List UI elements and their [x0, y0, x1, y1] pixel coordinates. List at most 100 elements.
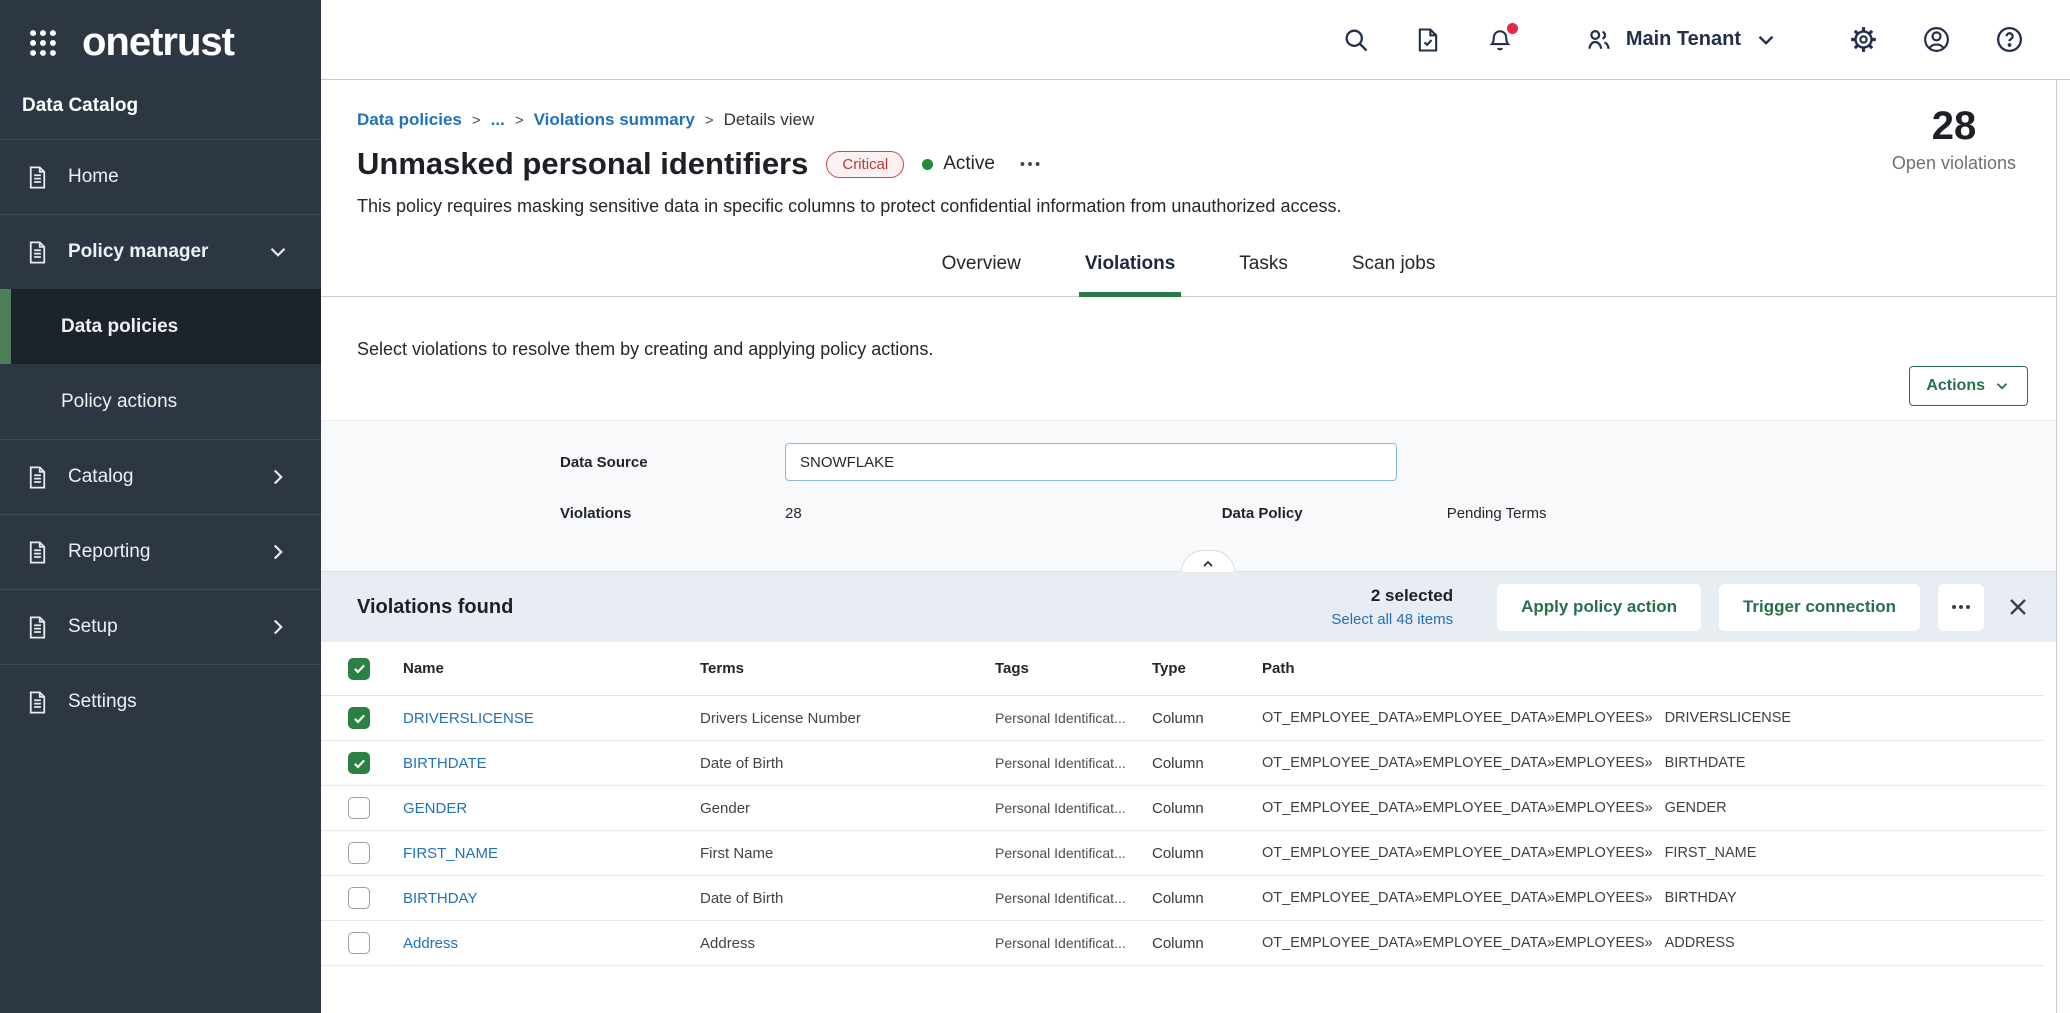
actions-button-label: Actions: [1926, 377, 1985, 395]
violation-name-link[interactable]: DRIVERSLICENSE: [403, 710, 700, 727]
table-row: Address Address Personal Identificat... …: [321, 921, 2044, 966]
sidebar-item-settings[interactable]: Settings: [0, 664, 321, 739]
tab-overview[interactable]: Overview: [936, 253, 1027, 297]
trigger-connection-button[interactable]: Trigger connection: [1719, 584, 1920, 631]
more-actions-button[interactable]: [1938, 584, 1984, 631]
violation-name-link[interactable]: FIRST_NAME: [403, 845, 700, 862]
more-options-icon[interactable]: [1017, 151, 1043, 177]
tenant-selector[interactable]: Main Tenant: [1584, 25, 1779, 55]
tab-scan-jobs[interactable]: Scan jobs: [1346, 253, 1441, 297]
violation-terms: Gender: [700, 800, 995, 817]
page-content: 28 Open violations Data policies > ... >…: [321, 80, 2056, 1013]
vertical-scrollbar[interactable]: [2056, 80, 2070, 1013]
brand-logo[interactable]: onetrust: [0, 0, 321, 65]
apply-policy-action-button[interactable]: Apply policy action: [1497, 584, 1701, 631]
close-icon[interactable]: [2004, 593, 2032, 621]
violations-label: Violations: [560, 505, 785, 522]
sidebar-item-setup[interactable]: Setup: [0, 589, 321, 664]
data-policy-value: Pending Terms: [1447, 505, 1547, 522]
tasks-document-icon[interactable]: [1414, 26, 1442, 54]
sidebar-item-label: Reporting: [68, 541, 150, 563]
settings-gear-icon[interactable]: [1849, 25, 1878, 54]
sidebar-item-policy-actions[interactable]: Policy actions: [0, 364, 321, 439]
column-header-path[interactable]: Path: [1262, 660, 2044, 677]
violation-path: OT_EMPLOYEE_DATA»EMPLOYEE_DATA»EMPLOYEES…: [1262, 935, 2044, 951]
account-icon[interactable]: [1922, 25, 1951, 54]
data-source-row: Data Source: [560, 443, 2056, 481]
violation-name-link[interactable]: GENDER: [403, 800, 700, 817]
chevron-right-icon: [265, 539, 291, 565]
open-violations-count: 28: [1892, 104, 2016, 149]
row-checkbox[interactable]: [348, 797, 370, 819]
active-status-dot: [922, 159, 933, 170]
table-row: GENDER Gender Personal Identificat... Co…: [321, 786, 2044, 831]
violation-terms: Date of Birth: [700, 755, 995, 772]
selection-info: 2 selected Select all 48 items: [1331, 586, 1453, 628]
table-row: BIRTHDATE Date of Birth Personal Identif…: [321, 741, 2044, 786]
sidebar-item-home[interactable]: Home: [0, 139, 321, 214]
sidebar-item-label: Home: [68, 166, 119, 188]
sidebar-item-policy-manager[interactable]: Policy manager: [0, 214, 321, 289]
violation-name-link[interactable]: BIRTHDAY: [403, 890, 700, 907]
breadcrumb-ellipsis[interactable]: ...: [491, 110, 505, 130]
notifications-bell-icon[interactable]: [1486, 26, 1514, 54]
chevron-right-icon: [265, 614, 291, 640]
data-source-input[interactable]: [785, 443, 1397, 481]
sidebar-item-label: Settings: [68, 691, 137, 713]
tab-bar: Overview Violations Tasks Scan jobs: [321, 253, 2056, 297]
row-checkbox[interactable]: [348, 842, 370, 864]
breadcrumb-data-policies[interactable]: Data policies: [357, 110, 462, 130]
sidebar-item-reporting[interactable]: Reporting: [0, 514, 321, 589]
summary-row: Violations 28 Data Policy Pending Terms: [560, 505, 2056, 522]
select-all-link[interactable]: Select all 48 items: [1331, 611, 1453, 628]
breadcrumb: Data policies > ... > Violations summary…: [357, 110, 2056, 130]
row-checkbox[interactable]: [348, 932, 370, 954]
selection-bar: Violations found 2 selected Select all 4…: [321, 572, 2056, 642]
row-checkbox[interactable]: [348, 752, 370, 774]
violations-instruction: Select violations to resolve them by cre…: [357, 339, 2056, 360]
breadcrumb-separator: >: [472, 112, 481, 129]
breadcrumb-separator: >: [705, 112, 714, 129]
violation-type: Column: [1152, 935, 1262, 952]
violation-name-link[interactable]: BIRTHDATE: [403, 755, 700, 772]
main-area: Main Tenant: [321, 0, 2070, 1013]
select-all-checkbox[interactable]: [348, 658, 370, 680]
document-icon: [24, 614, 51, 641]
violation-terms: Drivers License Number: [700, 710, 995, 727]
violation-type: Column: [1152, 710, 1262, 727]
row-checkbox[interactable]: [348, 707, 370, 729]
breadcrumb-current: Details view: [724, 110, 815, 130]
chevron-down-icon: [1993, 377, 2011, 395]
severity-badge: Critical: [826, 151, 904, 178]
table-row: FIRST_NAME First Name Personal Identific…: [321, 831, 2044, 876]
violation-tags: Personal Identificat...: [995, 800, 1152, 816]
actions-button[interactable]: Actions: [1909, 366, 2028, 406]
search-icon[interactable]: [1342, 26, 1370, 54]
data-source-label: Data Source: [560, 454, 785, 471]
help-icon[interactable]: [1995, 25, 2024, 54]
violation-path: OT_EMPLOYEE_DATA»EMPLOYEE_DATA»EMPLOYEES…: [1262, 800, 2044, 816]
column-header-terms[interactable]: Terms: [700, 660, 995, 677]
sidebar-item-label: Catalog: [68, 466, 134, 488]
sidebar-item-data-policies[interactable]: Data policies: [0, 289, 321, 364]
breadcrumb-violations-summary[interactable]: Violations summary: [534, 110, 695, 130]
tab-violations[interactable]: Violations: [1079, 253, 1181, 297]
violations-table: Name Terms Tags Type Path DRIVERSLICENSE…: [321, 642, 2044, 966]
sidebar: onetrust Data Catalog Home Policy manage…: [0, 0, 321, 1013]
chevron-down-icon: [1753, 27, 1779, 53]
column-header-tags[interactable]: Tags: [995, 660, 1152, 677]
column-header-name[interactable]: Name: [403, 660, 700, 677]
violation-type: Column: [1152, 845, 1262, 862]
violation-name-link[interactable]: Address: [403, 935, 700, 952]
sidebar-item-catalog[interactable]: Catalog: [0, 439, 321, 514]
violation-path: OT_EMPLOYEE_DATA»EMPLOYEE_DATA»EMPLOYEES…: [1262, 890, 2044, 906]
column-header-type[interactable]: Type: [1152, 660, 1262, 677]
table-row: BIRTHDAY Date of Birth Personal Identifi…: [321, 876, 2044, 921]
row-checkbox[interactable]: [348, 887, 370, 909]
notification-dot: [1507, 23, 1518, 34]
filter-panel: Data Source Violations 28 Data Policy Pe…: [321, 420, 2056, 572]
sidebar-item-label: Setup: [68, 616, 118, 638]
tab-tasks[interactable]: Tasks: [1233, 253, 1294, 297]
product-name: Data Catalog: [22, 95, 321, 117]
collapse-panel-button[interactable]: [1181, 550, 1235, 572]
